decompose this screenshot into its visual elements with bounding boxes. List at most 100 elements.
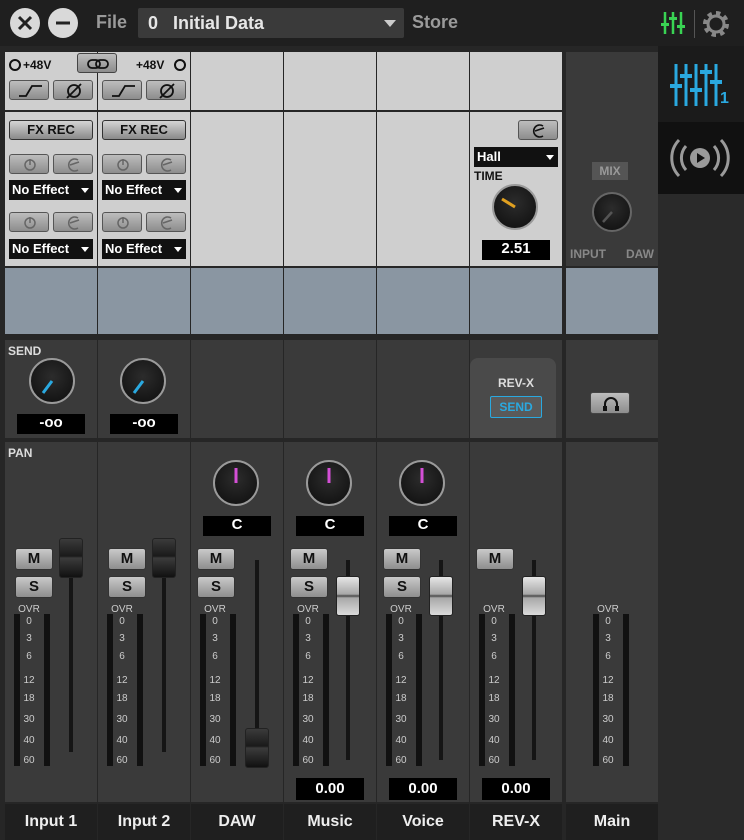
hpf-button[interactable] [102,80,142,100]
phantom-power-led[interactable] [174,59,186,71]
scale-label: 0 [491,616,497,627]
side-tabs: 1 [658,46,744,840]
reverb-type-select[interactable]: Hall [474,147,558,167]
store-button[interactable]: Store [412,12,458,33]
scale-label: 60 [395,755,407,766]
chevron-down-icon [384,20,396,27]
channel-name[interactable]: Input 2 [98,804,190,840]
solo-button[interactable]: S [383,576,421,598]
fader-handle[interactable] [429,576,453,616]
tab-mixer[interactable]: 1 [658,46,744,122]
mix-knob[interactable] [592,192,632,232]
scale-label: 12 [488,675,500,686]
effect-edit-button[interactable] [53,154,93,174]
scale-label: 3 [212,633,218,644]
send-button[interactable]: SEND [490,396,542,418]
fader-handle[interactable] [522,576,546,616]
effect-select[interactable]: No Effect [9,180,93,200]
send-knob[interactable] [29,358,75,404]
solo-button[interactable]: S [15,576,53,598]
scale-label: 60 [302,755,314,766]
rev-x-head [470,52,562,110]
effect-edit-button[interactable] [146,212,186,232]
scale-label: 0 [26,616,32,627]
pan-knob[interactable] [399,460,445,506]
phase-button[interactable] [53,80,93,100]
channel-name[interactable]: REV-X [470,804,562,840]
tab-broadcast[interactable] [658,122,744,194]
music-effects [284,112,376,266]
reverb-edit-button[interactable] [518,120,558,140]
scale-label: OVR [597,604,619,615]
phase-button[interactable] [146,80,186,100]
reverb-time-knob[interactable] [492,184,538,230]
mute-button[interactable]: M [476,548,514,570]
scene-select[interactable]: 0 Initial Data [138,8,404,38]
effect-power-button[interactable] [102,212,142,232]
edit-icon [161,216,173,230]
mute-button[interactable]: M [108,548,146,570]
fader-handle[interactable] [336,576,360,616]
effect-edit-button[interactable] [53,212,93,232]
headphone-button[interactable] [590,392,630,414]
effect-power-button[interactable] [9,212,49,232]
scale-label: 40 [116,735,128,746]
scale-label: 40 [209,735,221,746]
scale-label: 30 [488,714,500,725]
minimize-button[interactable] [48,8,78,38]
pan-knob[interactable] [213,460,259,506]
channel-name[interactable]: Music [284,804,376,840]
file-menu[interactable]: File [96,12,127,33]
channel-strip-input-1: +48V FX REC No Effect No Effect SEND -oo… [5,52,97,840]
top-bar: File 0 Initial Data Store [0,0,744,46]
channel-strip-main: MIX INPUT DAW OVR 0 3 6 12 18 30 40 60 M… [566,52,658,840]
effect-edit-button[interactable] [146,154,186,174]
close-button[interactable] [10,8,40,38]
scale-label: 18 [395,693,407,704]
channel-name[interactable]: Voice [377,804,469,840]
solo-button[interactable]: S [290,576,328,598]
effect-select[interactable]: No Effect [102,180,186,200]
stereo-link-button[interactable] [77,53,117,73]
fader-value: 0.00 [296,778,364,800]
fx-rec-button[interactable]: FX REC [102,120,186,140]
music-head [284,52,376,110]
phase-icon [159,83,175,99]
phantom-power-led[interactable] [9,59,21,71]
mute-button[interactable]: M [290,548,328,570]
channel-name[interactable]: Main [566,804,658,840]
hpf-button[interactable] [9,80,49,100]
mixer-faders-icon[interactable] [660,10,690,36]
scale-label: 40 [602,735,614,746]
rev-x-fader-section: M OVR 0 3 6 12 18 30 40 60 0.00 [470,442,562,802]
channel-name[interactable]: Input 1 [5,804,97,840]
mute-button[interactable]: M [383,548,421,570]
effect-select[interactable]: No Effect [9,239,93,259]
main-monitor-mix: MIX INPUT DAW [566,52,658,266]
fader-handle[interactable] [59,538,83,578]
edit-icon [161,158,173,172]
solo-button[interactable]: S [197,576,235,598]
effect-select[interactable]: No Effect [102,239,186,259]
send-knob[interactable] [120,358,166,404]
mute-button[interactable]: M [197,548,235,570]
voice-fader-section: C M S OVR 0 3 6 12 18 30 40 60 0.00 [377,442,469,802]
channel-name[interactable]: DAW [191,804,283,840]
pan-knob[interactable] [306,460,352,506]
scale-label: 12 [116,675,128,686]
fader-handle[interactable] [152,538,176,578]
solo-button[interactable]: S [108,576,146,598]
gear-icon[interactable] [700,8,732,40]
effect-power-button[interactable] [9,154,49,174]
main-meter-section: OVR 0 3 6 12 18 30 40 60 [566,442,658,802]
daw-effects [191,112,283,266]
scale-label: 60 [488,755,500,766]
level-meter [323,614,329,766]
fx-rec-button[interactable]: FX REC [9,120,93,140]
fader-handle[interactable] [245,728,269,768]
chevron-down-icon [174,188,182,193]
edit-icon [68,158,80,172]
effect-power-button[interactable] [102,154,142,174]
mute-button[interactable]: M [15,548,53,570]
chevron-down-icon [546,155,554,160]
